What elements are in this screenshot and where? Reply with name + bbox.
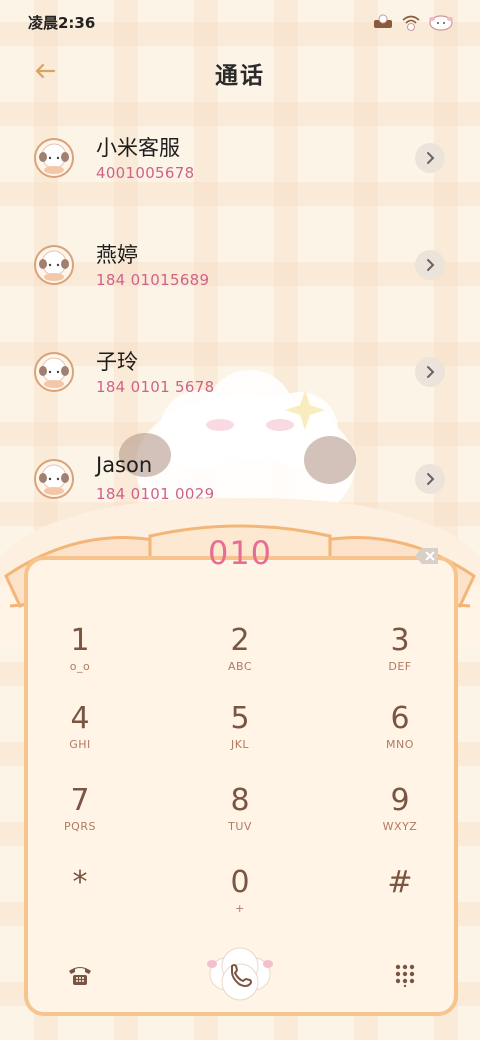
arrow-left-icon	[34, 63, 56, 83]
page-title: 通话	[215, 63, 265, 89]
contact-name: Jason	[96, 453, 153, 477]
dialpad-key-7[interactable]: 7 PQRS	[25, 784, 135, 854]
contact-number: 184 0101 5678	[96, 378, 215, 396]
dialpad-key-3[interactable]: 3 DEF	[345, 624, 455, 694]
dialpad-key-4[interactable]: 4 GHI	[25, 702, 135, 772]
sheep-avatar-icon	[34, 137, 74, 178]
dialpad-key-1[interactable]: 1 o_o	[25, 624, 135, 694]
contact-row[interactable]: 子玲 184 0101 5678	[0, 318, 480, 425]
dialpad-key-star[interactable]: *	[25, 866, 135, 936]
dialpad: 010 1 o_o 2 ABC 3 DEF 4 GHI 5 JKL 6 MNO …	[0, 496, 480, 1040]
dialpad-key-8[interactable]: 8 TUV	[185, 784, 295, 854]
dialpad-key-hash[interactable]: #	[345, 866, 455, 936]
sheep-cart-icon	[372, 13, 394, 31]
contact-list: 小米客服 4001005678 燕婷 184 01015689 子玲 184 0…	[0, 104, 480, 532]
sheep-avatar-icon	[34, 458, 74, 499]
contact-name: 小米客服	[96, 136, 180, 160]
keypad-icon[interactable]	[388, 958, 422, 992]
backspace-icon[interactable]	[414, 546, 440, 566]
wifi-sheep-icon	[400, 13, 422, 31]
dialpad-key-0[interactable]: 0 +	[185, 866, 295, 936]
sheep-avatar-icon	[34, 244, 74, 285]
status-icons	[372, 13, 454, 31]
chevron-right-icon[interactable]	[415, 142, 445, 173]
contact-number: 184 01015689	[96, 271, 210, 289]
dial-number-display[interactable]: 010	[140, 534, 340, 572]
header: 通话	[0, 44, 480, 102]
contact-row[interactable]: 燕婷 184 01015689	[0, 211, 480, 318]
sheep-avatar-icon	[34, 351, 74, 392]
chevron-right-icon[interactable]	[415, 463, 445, 494]
back-button[interactable]	[30, 58, 60, 88]
contact-name: 燕婷	[96, 243, 138, 267]
chevron-right-icon[interactable]	[415, 249, 445, 280]
contact-number: 4001005678	[96, 164, 195, 182]
status-time: 凌晨2:36	[28, 13, 96, 32]
chevron-right-icon[interactable]	[415, 356, 445, 387]
status-bar: 凌晨2:36	[0, 0, 480, 44]
dialpad-key-2[interactable]: 2 ABC	[185, 624, 295, 694]
dialpad-key-9[interactable]: 9 WXYZ	[345, 784, 455, 854]
call-icon	[207, 947, 273, 1001]
call-button[interactable]	[206, 944, 274, 1004]
battery-sheep-icon	[428, 13, 454, 31]
telephone-icon[interactable]	[63, 958, 97, 992]
contact-row[interactable]: 小米客服 4001005678	[0, 104, 480, 211]
dialpad-key-5[interactable]: 5 JKL	[185, 702, 295, 772]
contact-name: 子玲	[96, 350, 138, 374]
dialpad-key-6[interactable]: 6 MNO	[345, 702, 455, 772]
